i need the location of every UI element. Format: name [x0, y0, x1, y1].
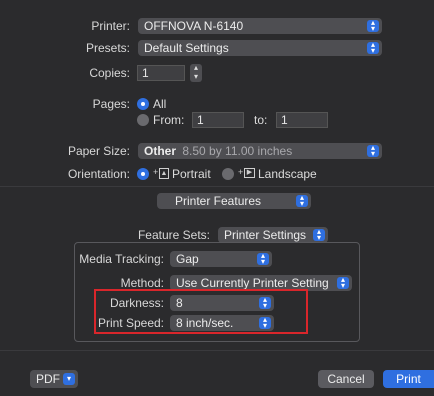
arrow-icon: +	[238, 167, 244, 177]
printer-label: Printer:	[91, 19, 130, 33]
orientation-portrait-label: Portrait	[172, 167, 211, 181]
copies-field[interactable]: 1	[137, 65, 185, 81]
copies-label: Copies:	[89, 66, 130, 80]
pages-label: Pages:	[92, 97, 130, 111]
arrow-icon: +	[153, 167, 159, 177]
orientation-landscape-radio[interactable]	[222, 168, 234, 180]
chevron-updown-icon: ▴ ▾	[296, 194, 308, 208]
print-speed-value: 8 inch/sec.	[176, 316, 234, 330]
divider	[0, 350, 434, 351]
orientation-label: Orientation:	[67, 167, 130, 181]
paper-size-detail: 8.50 by 11.00 inches	[182, 144, 293, 158]
section-popup[interactable]: Printer Features ▴ ▾	[157, 193, 311, 209]
printer-popup[interactable]: OFFNOVA N-6140 ▴ ▾	[138, 18, 382, 34]
media-tracking-label: Media Tracking:	[79, 252, 164, 266]
darkness-value: 8	[176, 296, 183, 310]
pages-from-label: From:	[153, 113, 185, 127]
print-speed-popup[interactable]: 8 inch/sec. ▴ ▾	[170, 315, 274, 331]
presets-popup[interactable]: Default Settings ▴ ▾	[138, 40, 382, 56]
pdf-label: PDF	[36, 372, 60, 386]
feature-sets-popup[interactable]: Printer Settings ▴ ▾	[218, 227, 328, 243]
chevron-updown-icon: ▴ ▾	[337, 276, 349, 290]
pages-from-field[interactable]: 1	[192, 112, 244, 128]
cancel-button[interactable]: Cancel	[318, 370, 374, 388]
orientation-portrait-radio[interactable]	[137, 168, 149, 180]
darkness-popup[interactable]: 8 ▴ ▾	[170, 295, 274, 311]
presets-value: Default Settings	[144, 41, 229, 55]
chevron-updown-icon: ▴ ▾	[367, 41, 379, 55]
paper-size-value: Other	[144, 144, 177, 158]
chevron-down-icon: ▾	[63, 373, 75, 385]
feature-sets-value: Printer Settings	[224, 228, 307, 242]
orientation-landscape-label: Landscape	[258, 167, 317, 181]
pages-to-field[interactable]: 1	[276, 112, 328, 128]
pages-all-label: All	[153, 97, 167, 111]
landscape-icon: ▶	[244, 168, 255, 178]
pages-to-label: to:	[254, 113, 268, 127]
darkness-label: Darkness:	[109, 296, 164, 310]
chevron-updown-icon: ▴ ▾	[367, 144, 379, 158]
print-speed-label: Print Speed:	[97, 316, 164, 330]
chevron-updown-icon: ▴ ▾	[313, 228, 325, 242]
section-popup-value: Printer Features	[175, 194, 262, 208]
media-tracking-value: Gap	[176, 252, 199, 266]
portrait-icon: ▲	[159, 168, 169, 179]
chevron-updown-icon: ▴ ▾	[259, 296, 271, 310]
pdf-menu-button[interactable]: PDF ▾	[30, 370, 78, 388]
feature-sets-label: Feature Sets:	[137, 228, 210, 242]
media-tracking-popup[interactable]: Gap ▴ ▾	[170, 251, 272, 267]
paper-size-popup[interactable]: Other 8.50 by 11.00 inches ▴ ▾	[138, 143, 382, 159]
copies-stepper[interactable]: ▴ ▾	[190, 64, 202, 82]
pages-all-radio[interactable]	[137, 98, 149, 110]
print-button[interactable]: Print	[383, 370, 434, 388]
chevron-updown-icon: ▴ ▾	[257, 252, 269, 266]
chevron-updown-icon: ▴ ▾	[259, 316, 271, 330]
printer-value: OFFNOVA N-6140	[144, 19, 244, 33]
chevron-updown-icon: ▴ ▾	[367, 19, 379, 33]
presets-label: Presets:	[85, 41, 130, 55]
paper-size-label: Paper Size:	[67, 144, 130, 158]
divider	[0, 186, 434, 187]
pages-range-radio[interactable]	[137, 114, 149, 126]
